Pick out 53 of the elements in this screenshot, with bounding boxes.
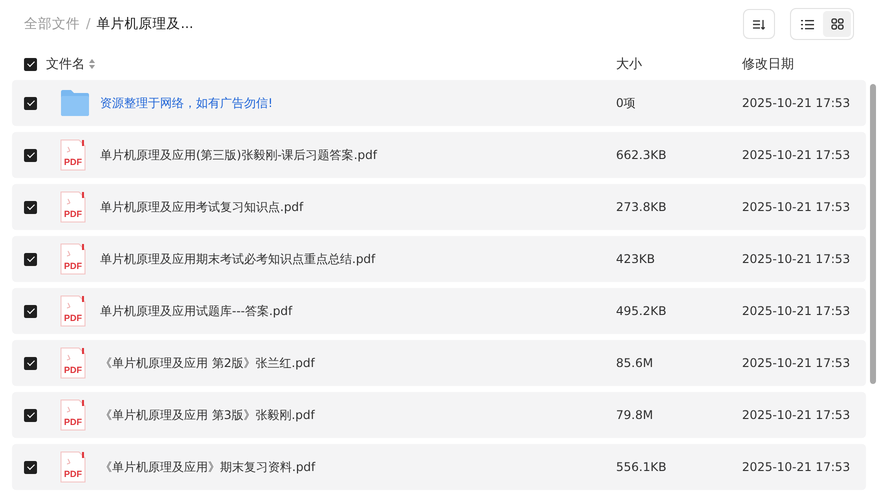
sort-button[interactable] (743, 9, 775, 39)
file-size: 556.1KB (616, 460, 668, 474)
file-size: 662.3KB (616, 148, 668, 162)
folder-icon (60, 89, 90, 117)
modified-date: 2025-10-21 17:53 (742, 408, 852, 422)
column-header[interactable]: 大小 (616, 55, 742, 73)
file-name[interactable]: 《单片机原理及应用》期末复习资料.pdf (100, 458, 616, 476)
sort-icon (752, 18, 766, 30)
column-header[interactable]: 修改日期 (742, 55, 866, 73)
checkbox[interactable] (24, 356, 37, 370)
modified-date: 2025-10-21 17:53 (742, 252, 852, 266)
checkbox[interactable] (24, 96, 37, 110)
breadcrumb-item[interactable]: 单片机原理及... (96, 15, 194, 33)
file-size: 0项 (616, 94, 637, 112)
file-name[interactable]: 《单片机原理及应用 第3版》张毅刚.pdf (100, 406, 616, 424)
checkbox[interactable] (24, 148, 37, 162)
scrollbar[interactable] (870, 84, 876, 384)
grid-view-button[interactable] (823, 11, 851, 37)
file-size: 79.8M (616, 408, 654, 422)
sort-arrows-icon[interactable] (89, 59, 95, 69)
checkbox[interactable] (24, 252, 37, 266)
checkbox[interactable] (24, 460, 37, 474)
checkbox[interactable] (24, 58, 37, 70)
pdf-file-icon: PDF (60, 399, 86, 431)
grid-view-icon (830, 18, 844, 30)
pdf-file-icon: PDF (60, 139, 86, 171)
file-size: 273.8KB (616, 200, 668, 214)
modified-date: 2025-10-21 17:53 (742, 304, 852, 318)
pdf-file-icon: PDF (60, 191, 86, 223)
checkbox[interactable] (24, 408, 37, 422)
pdf-file-icon: PDF (60, 451, 86, 483)
modified-date: 2025-10-21 17:53 (742, 96, 852, 110)
modified-date: 2025-10-21 17:53 (742, 356, 852, 370)
file-size: 423KB (616, 252, 656, 266)
file-name[interactable]: 单片机原理及应用(第三版)张毅刚-课后习题答案.pdf (100, 146, 616, 164)
pdf-file-icon: PDF (60, 243, 86, 275)
file-name[interactable]: 单片机原理及应用试题库---答案.pdf (100, 302, 616, 320)
modified-date: 2025-10-21 17:53 (742, 460, 852, 474)
file-name[interactable]: 《单片机原理及应用 第2版》张兰红.pdf (100, 354, 616, 372)
modified-date: 2025-10-21 17:53 (742, 200, 852, 214)
list-view-icon (800, 18, 814, 30)
pdf-file-icon: PDF (60, 347, 86, 379)
pdf-file-icon: PDF (60, 295, 86, 327)
file-size: 495.2KB (616, 304, 668, 318)
file-name[interactable]: 单片机原理及应用期末考试必考知识点重点总结.pdf (100, 250, 616, 268)
checkbox[interactable] (24, 200, 37, 214)
breadcrumb-separator: / (86, 16, 91, 32)
file-name[interactable]: 单片机原理及应用考试复习知识点.pdf (100, 198, 616, 216)
column-header[interactable]: 文件名 (46, 55, 85, 73)
checkbox[interactable] (24, 304, 37, 318)
file-size: 85.6M (616, 356, 654, 370)
file-name[interactable]: 资源整理于网络，如有广告勿信! (100, 94, 616, 112)
modified-date: 2025-10-21 17:53 (742, 148, 852, 162)
